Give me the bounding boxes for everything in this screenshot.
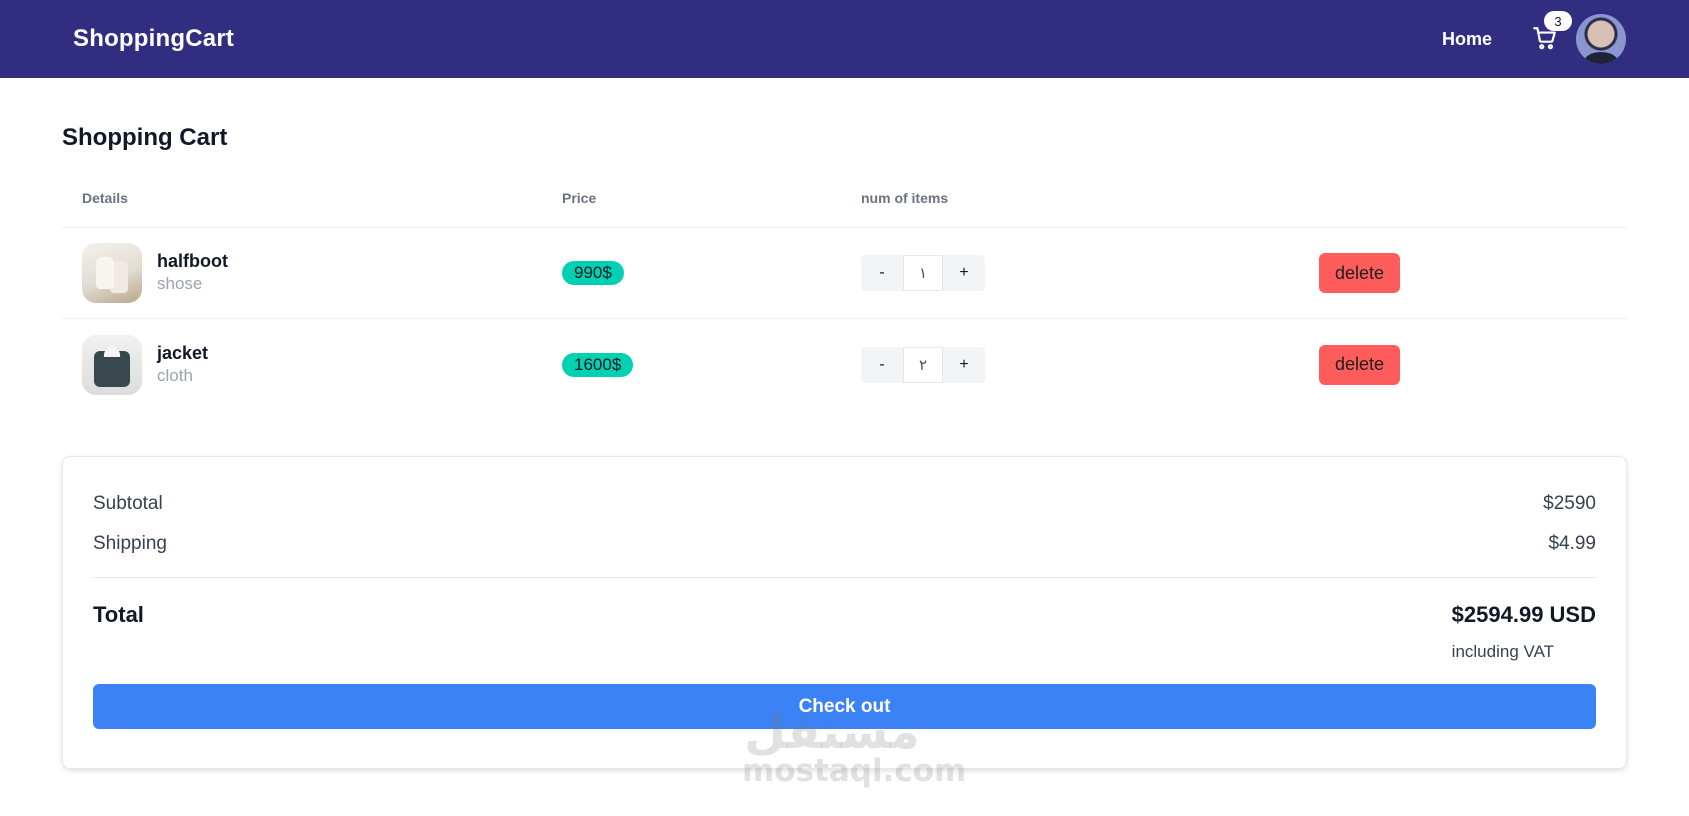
main-content: Shopping Cart Details Price num of items…: [0, 124, 1689, 769]
item-price-cell: 990$: [562, 261, 861, 285]
price-badge: 990$: [562, 261, 624, 285]
header-qty: num of items: [861, 190, 949, 206]
summary-divider: [93, 577, 1596, 578]
price-badge: 1600$: [562, 352, 634, 377]
header-details: Details: [82, 190, 128, 206]
quantity-input[interactable]: [903, 346, 943, 383]
delete-button[interactable]: delete: [1319, 344, 1400, 385]
quantity-stepper: - +: [861, 346, 1301, 383]
boot-image: [82, 243, 142, 303]
item-details: jacket cloth: [62, 334, 562, 395]
user-avatar[interactable]: [1576, 14, 1626, 64]
action-cell: delete: [1301, 253, 1627, 293]
cart-table: Details Price num of items halfboot shos…: [62, 180, 1627, 410]
page-title: Shopping Cart: [62, 124, 228, 151]
total-row: Total $2594.99 USD including VAT: [93, 602, 1596, 662]
checkout-button[interactable]: Check out: [93, 684, 1596, 729]
total-value: $2594.99 USD: [1451, 602, 1596, 627]
total-block: $2594.99 USD including VAT: [1452, 602, 1596, 662]
shipping-row: Shipping $4.99: [93, 531, 1596, 557]
item-text: halfboot shose: [157, 250, 228, 296]
jacket-image: [82, 334, 142, 395]
nav-right: Home 3: [1442, 11, 1626, 64]
nav-home-link[interactable]: Home: [1442, 29, 1492, 50]
quantity-stepper: - +: [861, 255, 1301, 291]
brand-logo[interactable]: ShoppingCart: [73, 25, 234, 53]
decrease-button[interactable]: -: [861, 346, 903, 383]
item-name: jacket: [157, 342, 209, 363]
item-name: halfboot: [157, 251, 228, 271]
table-row: halfboot shose 990$ - + delete: [62, 228, 1627, 319]
action-cell: delete: [1301, 344, 1627, 385]
subtotal-value: $2590: [1543, 493, 1596, 514]
item-category: cloth: [157, 365, 193, 385]
item-category: shose: [157, 274, 203, 293]
order-summary-card: Subtotal $2590 Shipping $4.99 Total $259…: [62, 456, 1627, 769]
item-text: jacket cloth: [157, 342, 208, 388]
shipping-label: Shipping: [93, 533, 167, 554]
vat-note: including VAT: [1451, 642, 1555, 661]
quantity-input[interactable]: [903, 255, 943, 291]
subtotal-label: Subtotal: [93, 493, 163, 514]
cart-count-badge: 3: [1544, 11, 1572, 31]
decrease-button[interactable]: -: [861, 255, 903, 291]
increase-button[interactable]: +: [943, 255, 985, 291]
delete-button[interactable]: delete: [1319, 253, 1400, 293]
subtotal-row: Subtotal $2590: [93, 491, 1596, 517]
qty-cell: - +: [861, 255, 1301, 291]
shipping-value: $4.99: [1548, 533, 1596, 554]
cart-button[interactable]: 3: [1532, 11, 1572, 53]
increase-button[interactable]: +: [943, 346, 985, 383]
header-price: Price: [562, 190, 597, 206]
total-label: Total: [93, 602, 144, 627]
table-row: jacket cloth 1600$ - + delete: [62, 319, 1627, 410]
item-price-cell: 1600$: [562, 352, 861, 377]
item-details: halfboot shose: [62, 243, 562, 303]
qty-cell: - +: [861, 346, 1301, 383]
navbar: ShoppingCart Home 3: [0, 0, 1689, 78]
table-header: Details Price num of items: [62, 180, 1627, 228]
